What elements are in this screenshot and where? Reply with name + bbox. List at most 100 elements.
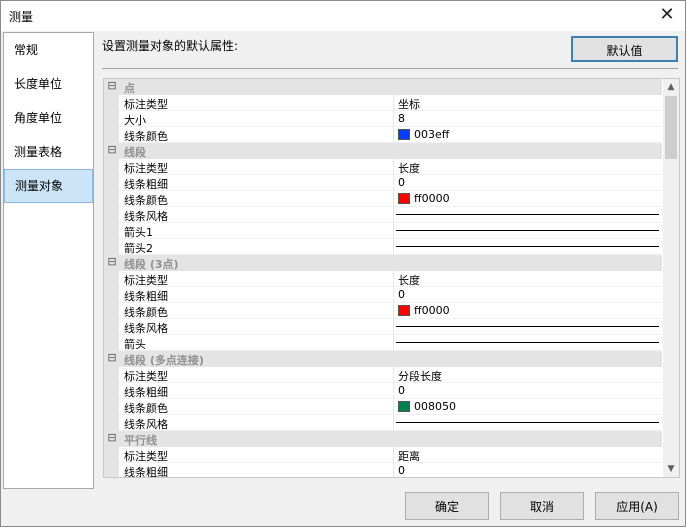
line-style-preview — [396, 422, 659, 423]
grid-category: ⊟ 点 — [104, 79, 662, 95]
sidebar-item-3[interactable]: 测量表格 — [4, 135, 93, 169]
row-gutter — [104, 335, 119, 351]
grid-row[interactable]: 线条颜色 008050 — [104, 399, 662, 415]
property-grid[interactable]: ⊟ 点标注类型 坐标 大小 8 线条颜色 003eff ⊟ 线段 标注类型 长度 线条粗细 0 线条颜色 f… — [103, 78, 680, 478]
color-swatch — [398, 129, 410, 140]
title-bar: 测量 ✕ — [1, 1, 685, 31]
divider — [102, 68, 678, 69]
grid-row[interactable]: 标注类型 分段长度 — [104, 367, 662, 383]
property-value[interactable] — [393, 223, 663, 239]
property-name: 箭头2 — [124, 242, 153, 255]
grid-category: ⊟ 线段 (3点) — [104, 255, 662, 271]
row-gutter — [104, 447, 119, 463]
category-label: 平行线 — [124, 434, 157, 447]
property-value[interactable]: 0 — [393, 463, 663, 477]
scroll-down-icon[interactable]: ▼ — [663, 461, 679, 477]
color-swatch — [398, 193, 410, 204]
collapse-icon[interactable]: ⊟ — [107, 79, 117, 92]
property-name: 标注类型 — [124, 98, 168, 111]
property-value[interactable]: 0 — [393, 287, 663, 303]
defaults-button[interactable]: 默认值 — [571, 36, 678, 62]
row-gutter — [104, 159, 119, 175]
row-gutter — [104, 175, 119, 191]
grid-row[interactable]: 标注类型 坐标 — [104, 95, 662, 111]
grid-row[interactable]: 线条颜色 003eff — [104, 127, 662, 143]
property-value[interactable] — [393, 415, 663, 431]
row-gutter — [104, 415, 119, 431]
property-value-text: 0 — [398, 384, 405, 397]
grid-row[interactable]: 线条风格 — [104, 319, 662, 335]
property-value[interactable]: 距离 — [393, 447, 663, 463]
row-gutter — [104, 191, 119, 207]
grid-row[interactable]: 大小 8 — [104, 111, 662, 127]
grid-row[interactable]: 线条粗细 0 — [104, 383, 662, 399]
collapse-icon[interactable]: ⊟ — [107, 431, 117, 444]
apply-button[interactable]: 应用(A) — [595, 492, 679, 520]
grid-row[interactable]: 线条风格 — [104, 207, 662, 223]
grid-row[interactable]: 标注类型 距离 — [104, 447, 662, 463]
grid-row[interactable]: 线条粗细 0 — [104, 287, 662, 303]
window-title: 测量 — [9, 10, 34, 24]
sidebar-item-2[interactable]: 角度单位 — [4, 101, 93, 135]
row-gutter — [104, 399, 119, 415]
collapse-icon[interactable]: ⊟ — [107, 143, 117, 156]
line-style-preview — [396, 342, 659, 343]
grid-row[interactable]: 线条颜色 ff0000 — [104, 303, 662, 319]
color-swatch — [398, 305, 410, 316]
property-value-text: 0 — [398, 288, 405, 301]
property-name: 标注类型 — [124, 162, 168, 175]
property-value[interactable]: 长度 — [393, 159, 663, 175]
property-value[interactable]: 分段长度 — [393, 367, 663, 383]
property-name: 箭头1 — [124, 226, 153, 239]
close-icon[interactable]: ✕ — [657, 6, 677, 26]
grid-row[interactable]: 线条风格 — [104, 415, 662, 431]
property-value[interactable]: 长度 — [393, 271, 663, 287]
row-gutter — [104, 111, 119, 127]
ok-button[interactable]: 确定 — [405, 492, 489, 520]
scrollbar-thumb[interactable] — [665, 96, 677, 159]
sidebar-item-1[interactable]: 长度单位 — [4, 67, 93, 101]
grid-row[interactable]: 箭头 — [104, 335, 662, 351]
property-name: 箭头 — [124, 338, 146, 351]
property-name: 线条颜色 — [124, 402, 168, 415]
collapse-icon[interactable]: ⊟ — [107, 351, 117, 364]
sidebar-item-0[interactable]: 常规 — [4, 33, 93, 67]
grid-category: ⊟ 线段 — [104, 143, 662, 159]
grid-row[interactable]: 标注类型 长度 — [104, 159, 662, 175]
collapse-icon[interactable]: ⊟ — [107, 255, 117, 268]
property-name: 线条风格 — [124, 322, 168, 335]
property-value[interactable]: 坐标 — [393, 95, 663, 111]
property-name: 标注类型 — [124, 370, 168, 383]
property-value-text: 8 — [398, 112, 405, 125]
property-value[interactable]: 008050 — [393, 399, 663, 415]
property-value[interactable] — [393, 239, 663, 255]
property-value-text: 0 — [398, 464, 405, 477]
property-value[interactable]: 8 — [393, 111, 663, 127]
property-value-text: ff0000 — [414, 192, 450, 205]
property-value[interactable] — [393, 319, 663, 335]
grid-row[interactable]: 箭头1 — [104, 223, 662, 239]
grid-row[interactable]: 线条粗细 0 — [104, 463, 663, 477]
property-value[interactable]: ff0000 — [393, 303, 663, 319]
property-rows: ⊟ 点标注类型 坐标 大小 8 线条颜色 003eff ⊟ 线段 标注类型 长度 线条粗细 0 线条颜色 f… — [104, 79, 663, 477]
grid-row[interactable]: 标注类型 长度 — [104, 271, 662, 287]
sidebar-item-4[interactable]: 测量对象 — [4, 169, 93, 203]
property-value-text: 坐标 — [398, 98, 420, 111]
grid-row[interactable]: 箭头2 — [104, 239, 662, 255]
property-value[interactable]: 003eff — [393, 127, 663, 143]
cancel-button[interactable]: 取消 — [500, 492, 584, 520]
property-value[interactable]: ff0000 — [393, 191, 663, 207]
category-label: 线段 (3点) — [124, 258, 179, 271]
grid-row[interactable]: 线条颜色 ff0000 — [104, 191, 662, 207]
property-value[interactable]: 0 — [393, 175, 663, 191]
row-gutter — [104, 127, 119, 143]
line-style-preview — [396, 214, 659, 215]
color-swatch — [398, 401, 410, 412]
scroll-up-icon[interactable]: ▲ — [663, 79, 679, 95]
property-value[interactable]: 0 — [393, 383, 663, 399]
grid-row[interactable]: 线条粗细 0 — [104, 175, 662, 191]
property-name: 线条颜色 — [124, 306, 168, 319]
vertical-scrollbar[interactable]: ▲ ▼ — [663, 79, 679, 477]
property-value[interactable] — [393, 207, 663, 223]
property-value[interactable] — [393, 335, 663, 351]
